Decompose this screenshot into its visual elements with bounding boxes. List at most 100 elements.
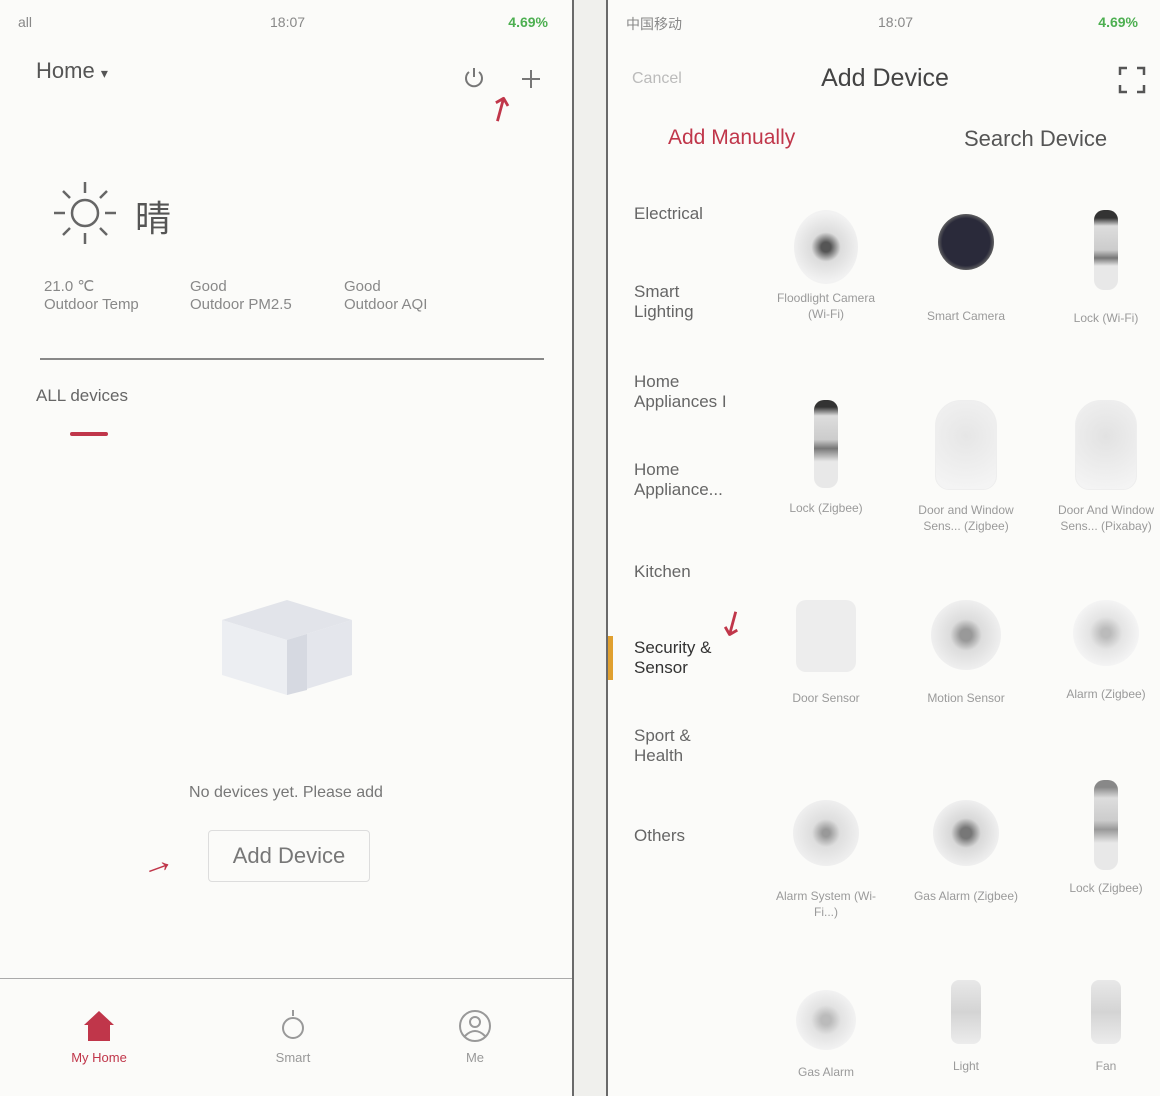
weather-stat: Good Outdoor AQI [344,278,427,314]
profile-icon [457,1008,493,1044]
status-bar: 中国移动 18:07 4.69% [608,8,1160,36]
status-time: 18:07 [270,14,306,30]
lock-icon [1094,210,1118,290]
device-label: Fan [1095,1059,1117,1073]
device-item[interactable]: Lock (Zigbee) [1046,780,1160,896]
status-time: 18:07 [878,14,914,30]
device-label: Lock (Zigbee) [789,501,863,515]
selected-indicator [608,636,613,680]
empty-box-icon [212,590,362,700]
tab-search-device[interactable]: Search Device [964,126,1107,152]
device-label: Alarm System (Wi-Fi...) [776,889,876,919]
device-label: Lock (Zigbee) [1069,881,1143,895]
page-title: Add Device [821,64,949,92]
category-item[interactable]: Smart Lighting [634,282,724,322]
device-label: Lock (Wi-Fi) [1073,311,1139,325]
device-label: Motion Sensor [927,691,1005,705]
lock-icon [814,400,838,488]
status-bar: all 18:07 4.69% [0,8,572,36]
stat-label: Outdoor Temp [44,296,139,313]
weather-stat: 21.0 ℃ Outdoor Temp [44,278,139,314]
carrier-label: all [18,14,33,30]
fan-icon [1091,980,1121,1044]
weather-stat: Good Outdoor PM2.5 [190,278,292,314]
tab-my-home[interactable]: My Home [44,1008,154,1065]
home-label: Home [36,58,95,83]
device-item[interactable]: Gas Alarm [766,990,886,1080]
alarm-icon [1073,600,1139,666]
power-icon[interactable] [462,66,486,90]
device-item[interactable]: Smart Camera [906,210,1026,324]
device-item[interactable]: Alarm System (Wi-Fi...) [766,800,886,920]
battery-label: 4.69% [508,14,548,30]
home-screen: all 18:07 4.69% Home ▾ ↗ 晴 21.0 ℃ Outdoo… [0,0,574,1096]
category-item[interactable]: Security & Sensor [634,638,734,678]
tab-smart[interactable]: Smart [238,1008,348,1065]
gas-alarm-icon [796,990,856,1050]
lock-icon [1094,780,1118,870]
stat-value: Good [344,278,381,295]
screen-gap [574,0,606,1096]
device-label: Light [952,1059,980,1073]
door-window-sensor-icon [1075,400,1137,490]
device-label: Alarm (Zigbee) [1066,687,1146,701]
annotation-arrow-icon: ↗ [478,85,523,133]
device-item[interactable]: Door And Window Sens... (Pixabay) [1046,400,1160,534]
stat-label: Outdoor AQI [344,296,428,313]
device-label: Door And Window Sens... (Pixabay) [1057,503,1155,533]
annotation-arrow-icon: → [134,839,180,887]
section-title: ALL devices [36,386,128,405]
category-item[interactable]: Home Appliance... [634,460,754,500]
motion-sensor-icon [931,600,1001,670]
gas-alarm-icon [933,800,999,866]
category-item[interactable]: Kitchen [634,562,764,582]
divider [40,358,544,360]
stat-value: Good [190,278,227,295]
device-label: Smart Camera [926,309,1006,323]
scan-icon[interactable] [1118,66,1146,94]
home-selector[interactable]: Home ▾ [36,58,108,84]
device-item[interactable]: Door and Window Sens... (Zigbee) [906,400,1026,534]
device-item[interactable]: Light [906,980,1026,1074]
device-item[interactable]: Gas Alarm (Zigbee) [906,800,1026,904]
door-window-sensor-icon [935,400,997,490]
battery-label: 4.69% [1098,14,1138,30]
device-item[interactable]: Fan [1046,980,1160,1074]
device-item[interactable]: Floodlight Camera (Wi-Fi) [766,210,886,322]
carrier-label: 中国移动 [626,16,682,32]
category-item[interactable]: Sport & Health [634,726,724,766]
sun-icon [52,180,118,246]
device-label: Gas Alarm [797,1065,854,1079]
category-item[interactable]: Electrical [634,204,764,224]
weather-condition: 晴 [135,198,172,239]
door-sensor-icon [796,600,856,672]
stat-value: 21.0 ℃ [44,278,95,295]
device-label: Gas Alarm (Zigbee) [913,889,1019,903]
category-item[interactable]: Home Appliances I [634,372,754,412]
alarm-system-icon [793,800,859,866]
add-device-screen: 中国移动 18:07 4.69% Cancel Add Device Add M… [606,0,1160,1096]
light-icon [951,980,981,1044]
add-icon[interactable] [518,66,544,92]
device-label: Floodlight Camera (Wi-Fi) [776,291,876,321]
section-underline [70,432,108,436]
tabbar-divider [0,978,572,979]
stat-label: Outdoor PM2.5 [190,296,292,313]
device-item[interactable]: Door Sensor [766,600,886,706]
empty-state-text: No devices yet. Please add [189,784,383,801]
device-item[interactable]: Alarm (Zigbee) [1046,600,1160,702]
tab-me[interactable]: Me [420,1008,530,1065]
device-label: Door Sensor [792,691,860,705]
device-item[interactable]: Lock (Zigbee) [766,400,886,516]
device-item[interactable]: Lock (Wi-Fi) [1046,210,1160,326]
floodlight-camera-icon [794,210,858,284]
tab-label: Me [465,1050,485,1065]
tab-add-manually[interactable]: Add Manually [668,126,795,150]
chevron-down-icon: ▾ [100,65,108,81]
smart-icon [275,1008,311,1044]
smart-camera-icon [938,214,994,270]
tab-label: My Home [71,1050,127,1065]
category-item[interactable]: Others [634,826,764,846]
add-device-button[interactable]: Add Device [208,830,370,882]
device-item[interactable]: Motion Sensor [906,600,1026,706]
